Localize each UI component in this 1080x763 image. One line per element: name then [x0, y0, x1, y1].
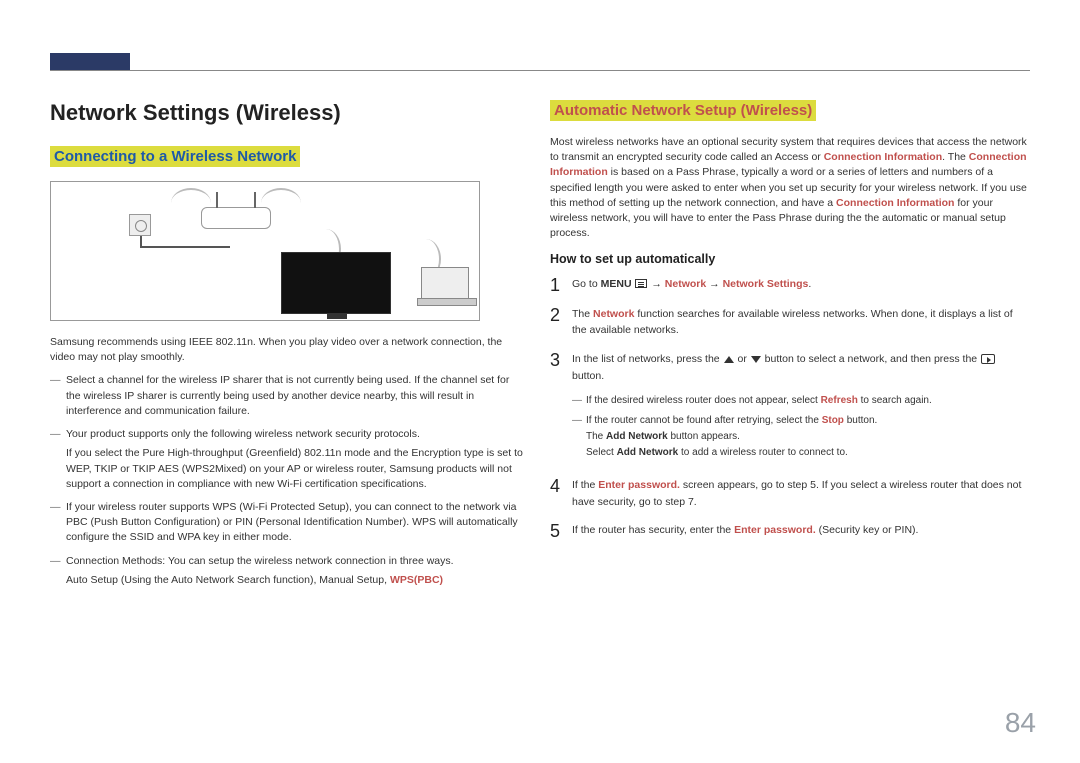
left-column: Network Settings (Wireless) Connecting t… — [50, 100, 525, 596]
intro-paragraph: Samsung recommends using IEEE 802.11n. W… — [50, 335, 525, 365]
note-item: Your product supports only the following… — [50, 427, 525, 492]
steps-list: 1 Go to MENU → Network → Network Setting… — [550, 276, 1030, 541]
ethernet-cable-icon — [140, 236, 230, 248]
wifi-signal-icon — [261, 188, 301, 218]
wall-outlet-icon — [129, 214, 151, 236]
notes-list: Select a channel for the wireless IP sha… — [50, 373, 525, 588]
step-item: 4 If the Enter password. screen appears,… — [550, 477, 1030, 511]
menu-icon — [635, 279, 647, 288]
note-item: If your wireless router supports WPS (Wi… — [50, 500, 525, 546]
header-accent-bar — [50, 53, 130, 70]
wireless-diagram — [50, 181, 480, 321]
note-item: Select a channel for the wireless IP sha… — [50, 373, 525, 419]
page-title: Network Settings (Wireless) — [50, 100, 525, 126]
step-subnote: If the router cannot be found after retr… — [572, 413, 1030, 461]
display-device-icon — [281, 252, 391, 314]
note-item: Connection Methods: You can setup the wi… — [50, 554, 525, 588]
wifi-signal-icon — [171, 188, 211, 218]
step-subnote: If the desired wireless router does not … — [572, 393, 1030, 409]
laptop-icon — [421, 267, 469, 301]
auto-setup-intro: Most wireless networks have an optional … — [550, 135, 1030, 242]
step-item: 5 If the router has security, enter the … — [550, 522, 1030, 540]
section-heading-auto-setup: Automatic Network Setup (Wireless) — [550, 100, 816, 121]
subsection-heading-howto: How to set up automatically — [550, 252, 1030, 266]
step-item: 3 In the list of networks, press the or … — [550, 351, 1030, 465]
step-number: 3 — [550, 351, 572, 369]
step-number: 5 — [550, 522, 572, 540]
arrow-down-icon — [751, 356, 761, 363]
enter-icon — [981, 354, 995, 364]
page-number: 84 — [1005, 707, 1036, 739]
right-column: Automatic Network Setup (Wireless) Most … — [550, 100, 1030, 552]
note-subtext: Auto Setup (Using the Auto Network Searc… — [66, 573, 525, 588]
header-rule — [50, 70, 1030, 71]
section-heading-connecting: Connecting to a Wireless Network — [50, 146, 300, 167]
step-number: 2 — [550, 306, 572, 324]
step-number: 4 — [550, 477, 572, 495]
step-item: 1 Go to MENU → Network → Network Setting… — [550, 276, 1030, 294]
note-subtext: If you select the Pure High-throughput (… — [66, 446, 525, 492]
arrow-up-icon — [724, 356, 734, 363]
step-number: 1 — [550, 276, 572, 294]
step-item: 2 The Network function searches for avai… — [550, 306, 1030, 340]
